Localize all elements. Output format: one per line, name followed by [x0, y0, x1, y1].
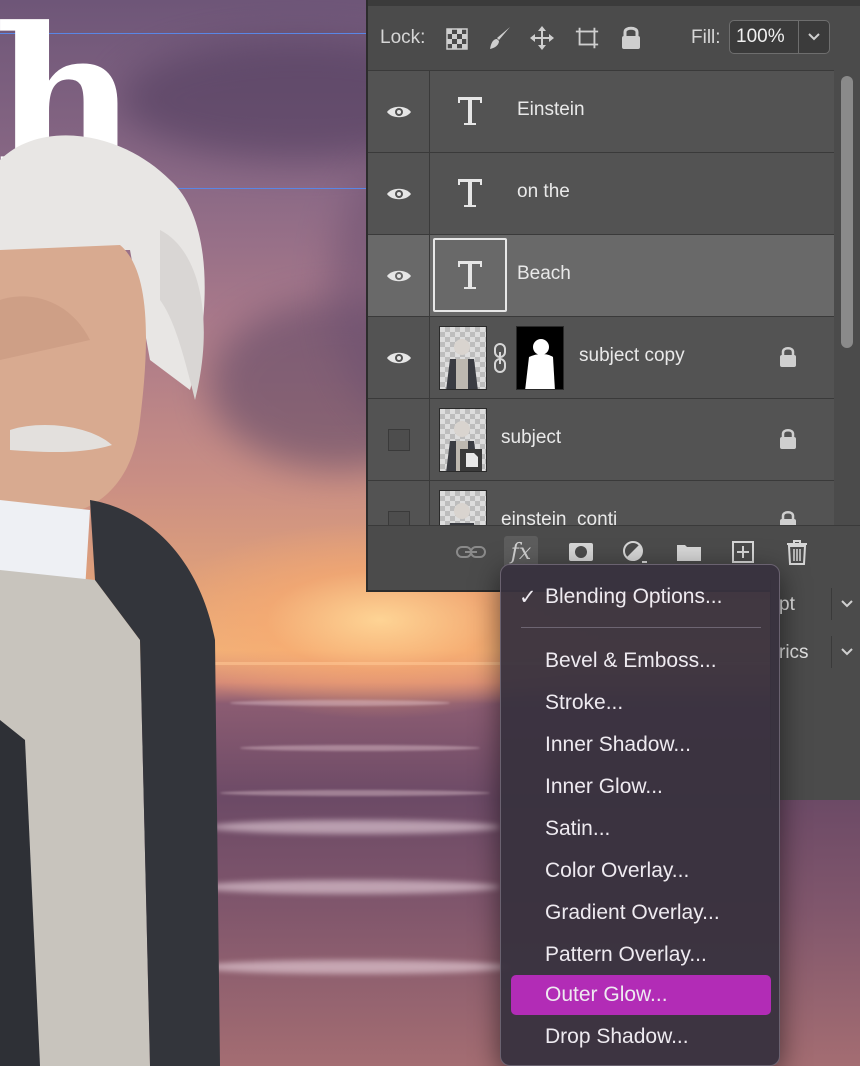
menu-item-bevel-emboss[interactable]: Bevel & Emboss... [511, 641, 771, 681]
eye-icon [386, 352, 411, 364]
menu-item-gradient-overlay[interactable]: Gradient Overlay... [511, 893, 771, 933]
menu-item-blending-options[interactable]: ✓ Blending Options... [511, 577, 771, 617]
menu-item-label: Inner Shadow... [545, 733, 691, 756]
font-size-unit[interactable]: pt [779, 594, 795, 616]
link-chain-icon[interactable] [493, 343, 507, 378]
layer-row-on-the[interactable]: on the [368, 153, 834, 235]
checkmark-icon: ✓ [519, 586, 537, 609]
menu-item-inner-glow[interactable]: Inner Glow... [511, 767, 771, 807]
layer-image-thumbnail[interactable] [439, 490, 487, 525]
fill-label: Fill: [691, 27, 721, 48]
chevron-down-icon[interactable] [831, 636, 860, 668]
wave-foam [210, 820, 500, 834]
menu-item-pattern-overlay[interactable]: Pattern Overlay... [511, 935, 771, 975]
layers-panel: Lock: Fill: 100% Einstein on the Beach s… [366, 0, 860, 592]
layer-mask-thumbnail[interactable] [516, 326, 564, 390]
character-properties-panel: pt rics [770, 580, 860, 800]
menu-item-label: Satin... [545, 817, 611, 840]
wave [240, 745, 480, 751]
visibility-toggle[interactable] [368, 235, 430, 317]
fill-input[interactable]: 100% [729, 20, 830, 54]
menu-item-stroke[interactable]: Stroke... [511, 683, 771, 723]
delete-layer-trash-icon[interactable] [780, 536, 814, 568]
chevron-down-icon[interactable] [799, 29, 829, 45]
smart-object-thumbnail[interactable] [439, 408, 487, 472]
layer-row-subject[interactable]: subject [368, 399, 834, 481]
eye-icon [386, 270, 411, 282]
lock-image-pixels-brush-icon[interactable] [487, 25, 513, 51]
layer-style-menu: ✓ Blending Options... Bevel & Emboss... … [500, 564, 780, 1066]
visibility-off-box[interactable] [387, 429, 410, 451]
lock-all-icon[interactable] [618, 25, 644, 51]
type-icon [458, 179, 482, 207]
layer-image-thumbnail[interactable] [439, 326, 487, 390]
link-layers-icon[interactable] [454, 536, 488, 568]
menu-item-label: Color Overlay... [545, 859, 690, 882]
visibility-off-box[interactable] [387, 511, 410, 525]
menu-item-label: Stroke... [545, 691, 624, 714]
layer-name[interactable]: subject [501, 427, 561, 449]
visibility-toggle[interactable] [368, 153, 430, 235]
layer-row-subject-copy[interactable]: subject copy [368, 317, 834, 399]
layer-row-beach[interactable]: Beach [368, 235, 834, 317]
wave-foam [200, 880, 500, 894]
scrollbar-thumb[interactable] [841, 76, 853, 348]
layer-name[interactable]: on the [517, 181, 570, 203]
layer-lock-icon [778, 509, 798, 525]
layer-row-einstein-conti[interactable]: einstein_conti [368, 481, 834, 525]
type-icon [458, 261, 482, 289]
wave-foam [200, 960, 510, 974]
menu-item-label: Blending Options... [545, 585, 723, 608]
lock-artboard-icon[interactable] [574, 25, 600, 51]
kerning-value[interactable]: rics [779, 642, 809, 664]
fill-value[interactable]: 100% [736, 26, 798, 48]
menu-item-satin[interactable]: Satin... [511, 809, 771, 849]
menu-item-label: Outer Glow... [545, 983, 668, 1006]
menu-item-label: Drop Shadow... [545, 1025, 689, 1048]
layer-lock-icon [778, 427, 798, 456]
menu-item-label: Bevel & Emboss... [545, 649, 717, 672]
visibility-toggle[interactable] [368, 71, 430, 153]
eye-icon [386, 188, 411, 200]
type-layer-thumbnail [433, 74, 507, 148]
fx-icon: fx [510, 539, 532, 565]
menu-item-label: Gradient Overlay... [545, 901, 720, 924]
visibility-toggle[interactable] [368, 399, 430, 481]
layers-scrollbar[interactable] [838, 74, 856, 524]
layer-name[interactable]: Beach [517, 263, 571, 285]
menu-item-inner-shadow[interactable]: Inner Shadow... [511, 725, 771, 765]
layer-name[interactable]: Einstein [517, 99, 585, 121]
lock-transparent-pixels-icon[interactable] [444, 26, 470, 52]
layer-lock-icon [778, 345, 798, 374]
font-size-field[interactable]: pt [771, 588, 860, 620]
layer-name[interactable]: subject copy [579, 345, 685, 367]
layer-name[interactable]: einstein_conti [501, 509, 617, 525]
subject-portrait[interactable] [0, 0, 240, 1066]
type-icon [458, 97, 482, 125]
menu-item-color-overlay[interactable]: Color Overlay... [511, 851, 771, 891]
kerning-field[interactable]: rics [771, 636, 860, 668]
type-layer-thumbnail [433, 156, 507, 230]
chevron-down-icon[interactable] [831, 588, 860, 620]
wave [230, 700, 450, 706]
menu-item-label: Pattern Overlay... [545, 943, 707, 966]
menu-item-outer-glow[interactable]: Outer Glow... [511, 975, 771, 1015]
visibility-toggle[interactable] [368, 317, 430, 399]
eye-icon [386, 106, 411, 118]
lock-label: Lock: [380, 27, 426, 48]
wave [220, 790, 490, 796]
type-layer-thumbnail [433, 238, 507, 312]
lock-position-move-icon[interactable] [529, 25, 555, 51]
visibility-toggle[interactable] [368, 481, 430, 525]
menu-separator [521, 627, 761, 628]
layer-row-einstein[interactable]: Einstein [368, 71, 834, 153]
menu-item-label: Inner Glow... [545, 775, 663, 798]
layers-list: Einstein on the Beach subject copy subje… [368, 70, 834, 525]
menu-item-drop-shadow[interactable]: Drop Shadow... [511, 1017, 771, 1057]
